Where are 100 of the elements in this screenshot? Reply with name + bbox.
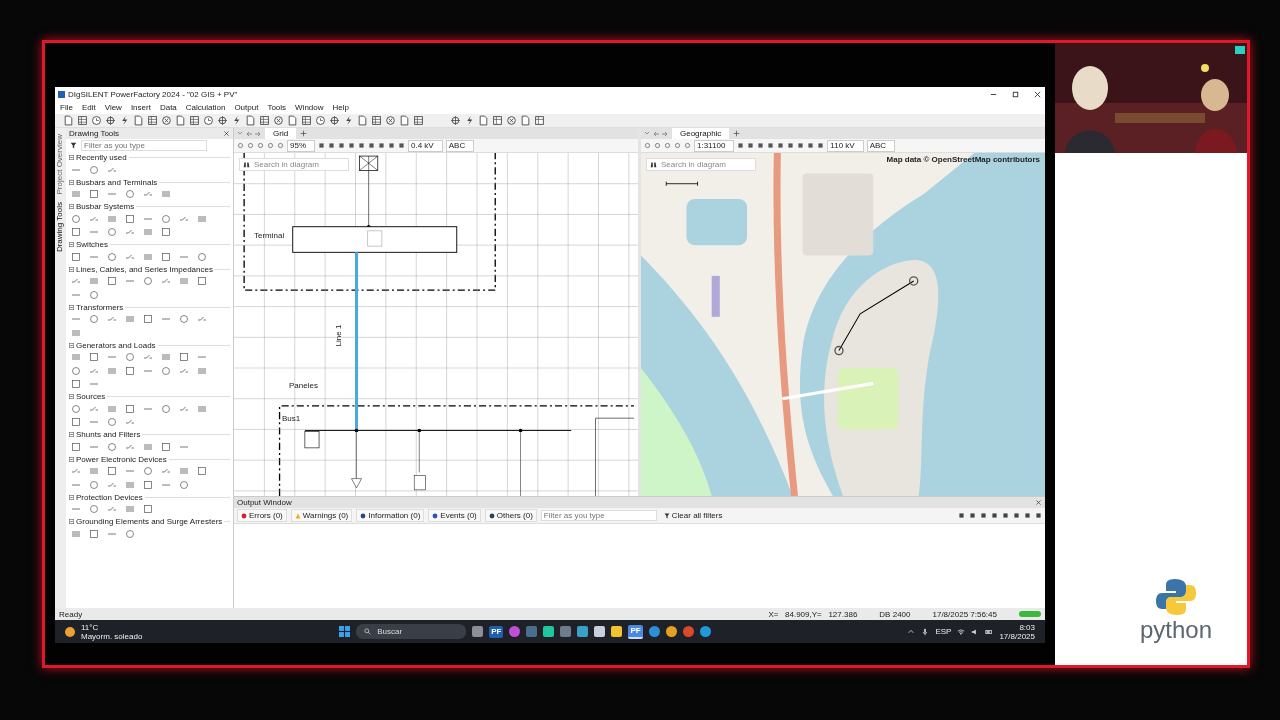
network-line-drawing[interactable]	[834, 276, 919, 356]
menu-item[interactable]: Insert	[130, 103, 151, 112]
collapse-icon[interactable]	[69, 242, 74, 247]
circle-symbol-icon[interactable]	[107, 251, 117, 262]
menu-item[interactable]: Data	[159, 103, 177, 112]
square-symbol-icon[interactable]	[89, 352, 99, 363]
square-symbol-icon[interactable]	[197, 466, 207, 477]
maximize-button[interactable]	[1011, 89, 1020, 99]
filter-button[interactable]: Events (0)	[428, 509, 481, 522]
app-icon[interactable]	[699, 626, 711, 637]
collapse-icon[interactable]	[69, 494, 74, 500]
square-symbol-icon[interactable]	[125, 365, 135, 376]
clock-time[interactable]: 8:03	[1019, 622, 1035, 632]
circle-symbol-icon[interactable]	[89, 504, 99, 515]
close-button[interactable]	[1033, 89, 1042, 99]
collapse-icon[interactable]	[69, 179, 74, 185]
clock-date[interactable]: 17/8/2025	[999, 631, 1035, 641]
circle-symbol-icon[interactable]	[89, 164, 99, 175]
menu-item[interactable]: File	[60, 103, 73, 112]
diagram-tab[interactable]: Grid	[265, 128, 297, 139]
battery-icon[interactable]	[985, 627, 994, 636]
square-symbol-icon[interactable]	[161, 227, 171, 238]
filter-button[interactable]: Others (0)	[484, 509, 537, 522]
app-icon[interactable]	[611, 626, 623, 637]
scale-dropdown[interactable]: 1:31100	[694, 139, 735, 152]
square-symbol-icon[interactable]	[89, 528, 99, 539]
filter-button[interactable]: Errors (0)	[237, 509, 287, 522]
filter-button[interactable]: Warnings (0)	[290, 509, 353, 522]
weather-icon[interactable]	[65, 626, 75, 637]
square-symbol-icon[interactable]	[71, 251, 81, 262]
language-indicator[interactable]: ESP	[935, 627, 952, 636]
circle-symbol-icon[interactable]	[71, 365, 81, 376]
side-tab[interactable]: Drawing Tools	[55, 202, 66, 253]
filter-button[interactable]: Information (0)	[356, 509, 425, 522]
square-symbol-icon[interactable]	[143, 314, 153, 325]
text-mode-dropdown[interactable]: ABC	[866, 139, 896, 152]
circle-symbol-icon[interactable]	[89, 479, 99, 490]
add-tab-icon[interactable]	[733, 130, 741, 137]
diagram-tab[interactable]: Geographic	[672, 128, 730, 139]
filter-field[interactable]: Filter as you type	[540, 510, 657, 521]
collapse-icon[interactable]	[69, 519, 74, 524]
wifi-icon[interactable]	[957, 627, 966, 636]
menu-item[interactable]: Output	[234, 103, 259, 112]
navigation-icon[interactable]	[644, 129, 668, 138]
square-symbol-icon[interactable]	[71, 227, 81, 238]
circle-symbol-icon[interactable]	[179, 479, 189, 490]
collapse-icon[interactable]	[69, 342, 74, 348]
menu-item[interactable]: Calculation	[185, 103, 226, 112]
circle-symbol-icon[interactable]	[107, 441, 117, 452]
taskbar-app[interactable]: PF	[489, 625, 504, 638]
app-icon[interactable]	[472, 626, 484, 637]
app-icon[interactable]	[665, 626, 677, 637]
app-icon[interactable]	[594, 626, 606, 637]
collapse-icon[interactable]	[69, 204, 74, 209]
close-icon[interactable]	[223, 130, 230, 137]
side-tab[interactable]: Project Overview	[55, 134, 66, 195]
text-mode-dropdown[interactable]: ABC	[445, 139, 475, 152]
square-symbol-icon[interactable]	[161, 441, 171, 452]
zoom-dropdown[interactable]: 95%	[287, 139, 315, 152]
menu-item[interactable]: Help	[332, 103, 349, 112]
search-field[interactable]: Search in diagram	[646, 158, 756, 171]
square-symbol-icon[interactable]	[107, 466, 117, 477]
collapse-icon[interactable]	[69, 432, 74, 437]
square-symbol-icon[interactable]	[179, 352, 189, 363]
collapse-icon[interactable]	[69, 266, 74, 272]
circle-symbol-icon[interactable]	[161, 403, 171, 414]
circle-symbol-icon[interactable]	[107, 417, 117, 428]
square-symbol-icon[interactable]	[71, 379, 81, 390]
voltage-dropdown[interactable]: 110 kV	[827, 139, 864, 152]
circle-symbol-icon[interactable]	[89, 314, 99, 325]
voltage-dropdown[interactable]: 0.4 kV	[408, 139, 443, 152]
square-symbol-icon[interactable]	[161, 251, 171, 262]
filter-field[interactable]: Filter as you type	[81, 140, 207, 151]
square-symbol-icon[interactable]	[125, 213, 135, 224]
collapse-icon[interactable]	[69, 394, 74, 399]
circle-symbol-icon[interactable]	[89, 289, 99, 300]
square-symbol-icon[interactable]	[107, 276, 117, 287]
square-symbol-icon[interactable]	[143, 504, 153, 515]
circle-symbol-icon[interactable]	[143, 276, 153, 287]
add-tab-icon[interactable]	[300, 130, 308, 137]
square-symbol-icon[interactable]	[89, 189, 99, 200]
search-field[interactable]: Search in diagram	[239, 158, 349, 171]
chevron-up-icon[interactable]	[907, 627, 916, 636]
circle-symbol-icon[interactable]	[179, 314, 189, 325]
collapse-icon[interactable]	[69, 304, 74, 310]
circle-symbol-icon[interactable]	[197, 251, 207, 262]
menu-item[interactable]: View	[104, 103, 122, 112]
close-icon[interactable]	[1035, 499, 1042, 506]
circle-symbol-icon[interactable]	[125, 352, 135, 363]
clear-filters-button[interactable]: Clear all filters	[660, 510, 726, 521]
filter-icon[interactable]	[70, 142, 77, 149]
circle-symbol-icon[interactable]	[71, 213, 81, 224]
collapse-icon[interactable]	[69, 456, 74, 462]
square-symbol-icon[interactable]	[71, 417, 81, 428]
square-symbol-icon[interactable]	[71, 441, 81, 452]
circle-symbol-icon[interactable]	[161, 365, 171, 376]
square-symbol-icon[interactable]	[143, 479, 153, 490]
square-symbol-icon[interactable]	[125, 403, 135, 414]
menu-item[interactable]: Tools	[267, 103, 287, 112]
circle-symbol-icon[interactable]	[107, 227, 117, 238]
